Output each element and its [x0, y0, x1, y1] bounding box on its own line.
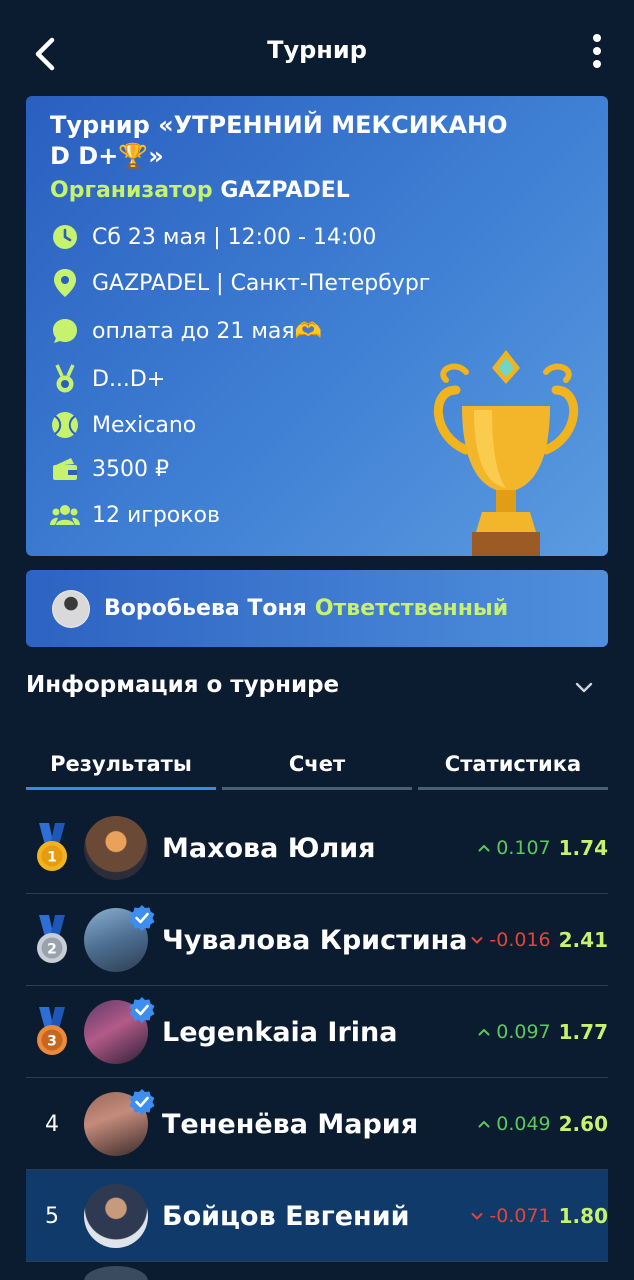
list-item[interactable]: 4 Тененёва Мария 0.049 2.60	[26, 1078, 608, 1170]
level-text: D...D+	[92, 366, 166, 392]
rating-value: 2.41	[558, 928, 608, 952]
rank-number: 3	[47, 1034, 57, 1050]
verified-badge-icon	[129, 1089, 155, 1115]
chat-bubble-icon	[50, 316, 80, 346]
tab-results[interactable]: Результаты	[26, 740, 216, 790]
list-item[interactable]: 5 Бойцов Евгений -0.071 1.80	[26, 1170, 608, 1262]
users-icon	[50, 500, 80, 530]
date-text: Сб 23 мая | 12:00 - 14:00	[92, 224, 377, 250]
player-name[interactable]: Чувалова Кристина	[162, 894, 468, 986]
list-item[interactable]: 1 Махова Юлия 0.107 1.74	[26, 802, 608, 894]
chevron-up-icon	[478, 844, 490, 852]
chevron-down-icon	[471, 937, 483, 944]
rating-stats: -0.071 1.80	[471, 1170, 608, 1262]
list-item[interactable]: 3 Legenkaia Irina 0.097 1.77	[26, 986, 608, 1078]
list-item[interactable]: 2 Чувалова Кристина -0.016 2.41	[26, 894, 608, 986]
rank-number: 2	[47, 942, 57, 958]
verified-badge-icon	[129, 997, 155, 1023]
silver-medal-icon: 2	[26, 894, 78, 986]
rating-value: 1.74	[558, 836, 608, 860]
tournament-info-title[interactable]: Информация о турнире	[26, 672, 339, 698]
comment-text: оплата до 21 мая🫶	[92, 318, 323, 344]
chevron-down-icon	[471, 1213, 483, 1220]
tournament-screen: Турнир Турнир «УТРЕННИЙ МЕКСИКАНО D D+🏆»…	[0, 0, 634, 1280]
responsible-role: Ответственный	[314, 596, 509, 621]
level-row: D...D+	[50, 362, 165, 396]
avatar	[52, 589, 90, 628]
date-row: Сб 23 мая | 12:00 - 14:00	[50, 220, 376, 254]
comment-row: оплата до 21 мая🫶	[50, 314, 322, 348]
players-text: 12 игроков	[92, 502, 220, 528]
clock-icon	[50, 222, 80, 252]
player-name[interactable]: Тененёва Мария	[162, 1078, 418, 1170]
page-title: Турнир	[267, 36, 367, 64]
organizer-label: Организатор	[50, 178, 213, 203]
rating-value: 2.60	[558, 1112, 608, 1136]
results-list: 1 Махова Юлия 0.107 1.74 2 Чувалова Кристина -…	[26, 802, 608, 1262]
rating-delta: -0.016	[489, 929, 551, 951]
avatar	[84, 1266, 148, 1280]
tournament-title: Турнир «УТРЕННИЙ МЕКСИКАНО D D+🏆»	[50, 111, 508, 170]
rating-stats: 0.049 2.60	[478, 1078, 608, 1170]
more-options-button[interactable]	[588, 32, 606, 72]
verified-badge-icon	[129, 905, 155, 931]
tournament-card: Турнир «УТРЕННИЙ МЕКСИКАНО D D+🏆» Органи…	[26, 96, 608, 556]
price-text: 3500 ₽	[92, 456, 169, 482]
tab-statistics[interactable]: Статистика	[418, 740, 608, 790]
location-pin-icon	[50, 268, 80, 298]
organizer: Организатор GAZPADEL	[50, 178, 350, 203]
tabs: Результаты Счет Статистика	[26, 740, 608, 790]
rating-delta: 0.107	[496, 837, 551, 859]
tennis-ball-icon	[50, 410, 80, 440]
responsible-name: Воробьева Тоня	[104, 596, 307, 621]
rank-number: 1	[47, 850, 57, 866]
rating-delta: 0.097	[496, 1021, 551, 1043]
bronze-medal-icon: 3	[26, 986, 78, 1078]
price-row: 3500 ₽	[50, 452, 169, 486]
format-row: Mexicano	[50, 408, 196, 442]
chevron-up-icon	[478, 1120, 490, 1128]
gold-medal-icon: 1	[26, 802, 78, 894]
responsible-person[interactable]: Воробьева Тоня Ответственный	[26, 570, 608, 647]
medal-icon	[50, 364, 80, 394]
rating-stats: -0.016 2.41	[471, 894, 608, 986]
chevron-down-icon[interactable]	[572, 678, 596, 698]
rank-number: 5	[45, 1203, 59, 1229]
chevron-up-icon	[478, 1028, 490, 1036]
organizer-name[interactable]: GAZPADEL	[220, 178, 349, 203]
tab-score[interactable]: Счет	[222, 740, 412, 790]
player-name[interactable]: Legenkaia Irina	[162, 986, 398, 1078]
rank-number: 4	[45, 1111, 59, 1137]
location-row: GAZPADEL | Санкт-Петербург	[50, 266, 430, 300]
wallet-icon	[50, 454, 80, 484]
more-vertical-icon	[588, 34, 606, 68]
rating-stats: 0.097 1.77	[478, 986, 608, 1078]
location-text[interactable]: GAZPADEL | Санкт-Петербург	[92, 271, 430, 296]
player-name[interactable]: Бойцов Евгений	[162, 1170, 410, 1262]
avatar[interactable]	[84, 1184, 148, 1248]
rating-stats: 0.107 1.74	[478, 802, 608, 894]
trophy-icon	[433, 350, 579, 556]
top-bar: Турнир	[0, 0, 634, 104]
rating-delta: 0.049	[496, 1113, 551, 1135]
player-name[interactable]: Махова Юлия	[162, 802, 375, 894]
avatar[interactable]	[84, 816, 148, 880]
format-text: Mexicano	[92, 412, 197, 438]
players-row: 12 игроков	[50, 498, 220, 532]
rating-value: 1.80	[558, 1204, 608, 1228]
rating-value: 1.77	[558, 1020, 608, 1044]
rating-delta: -0.071	[489, 1205, 551, 1227]
